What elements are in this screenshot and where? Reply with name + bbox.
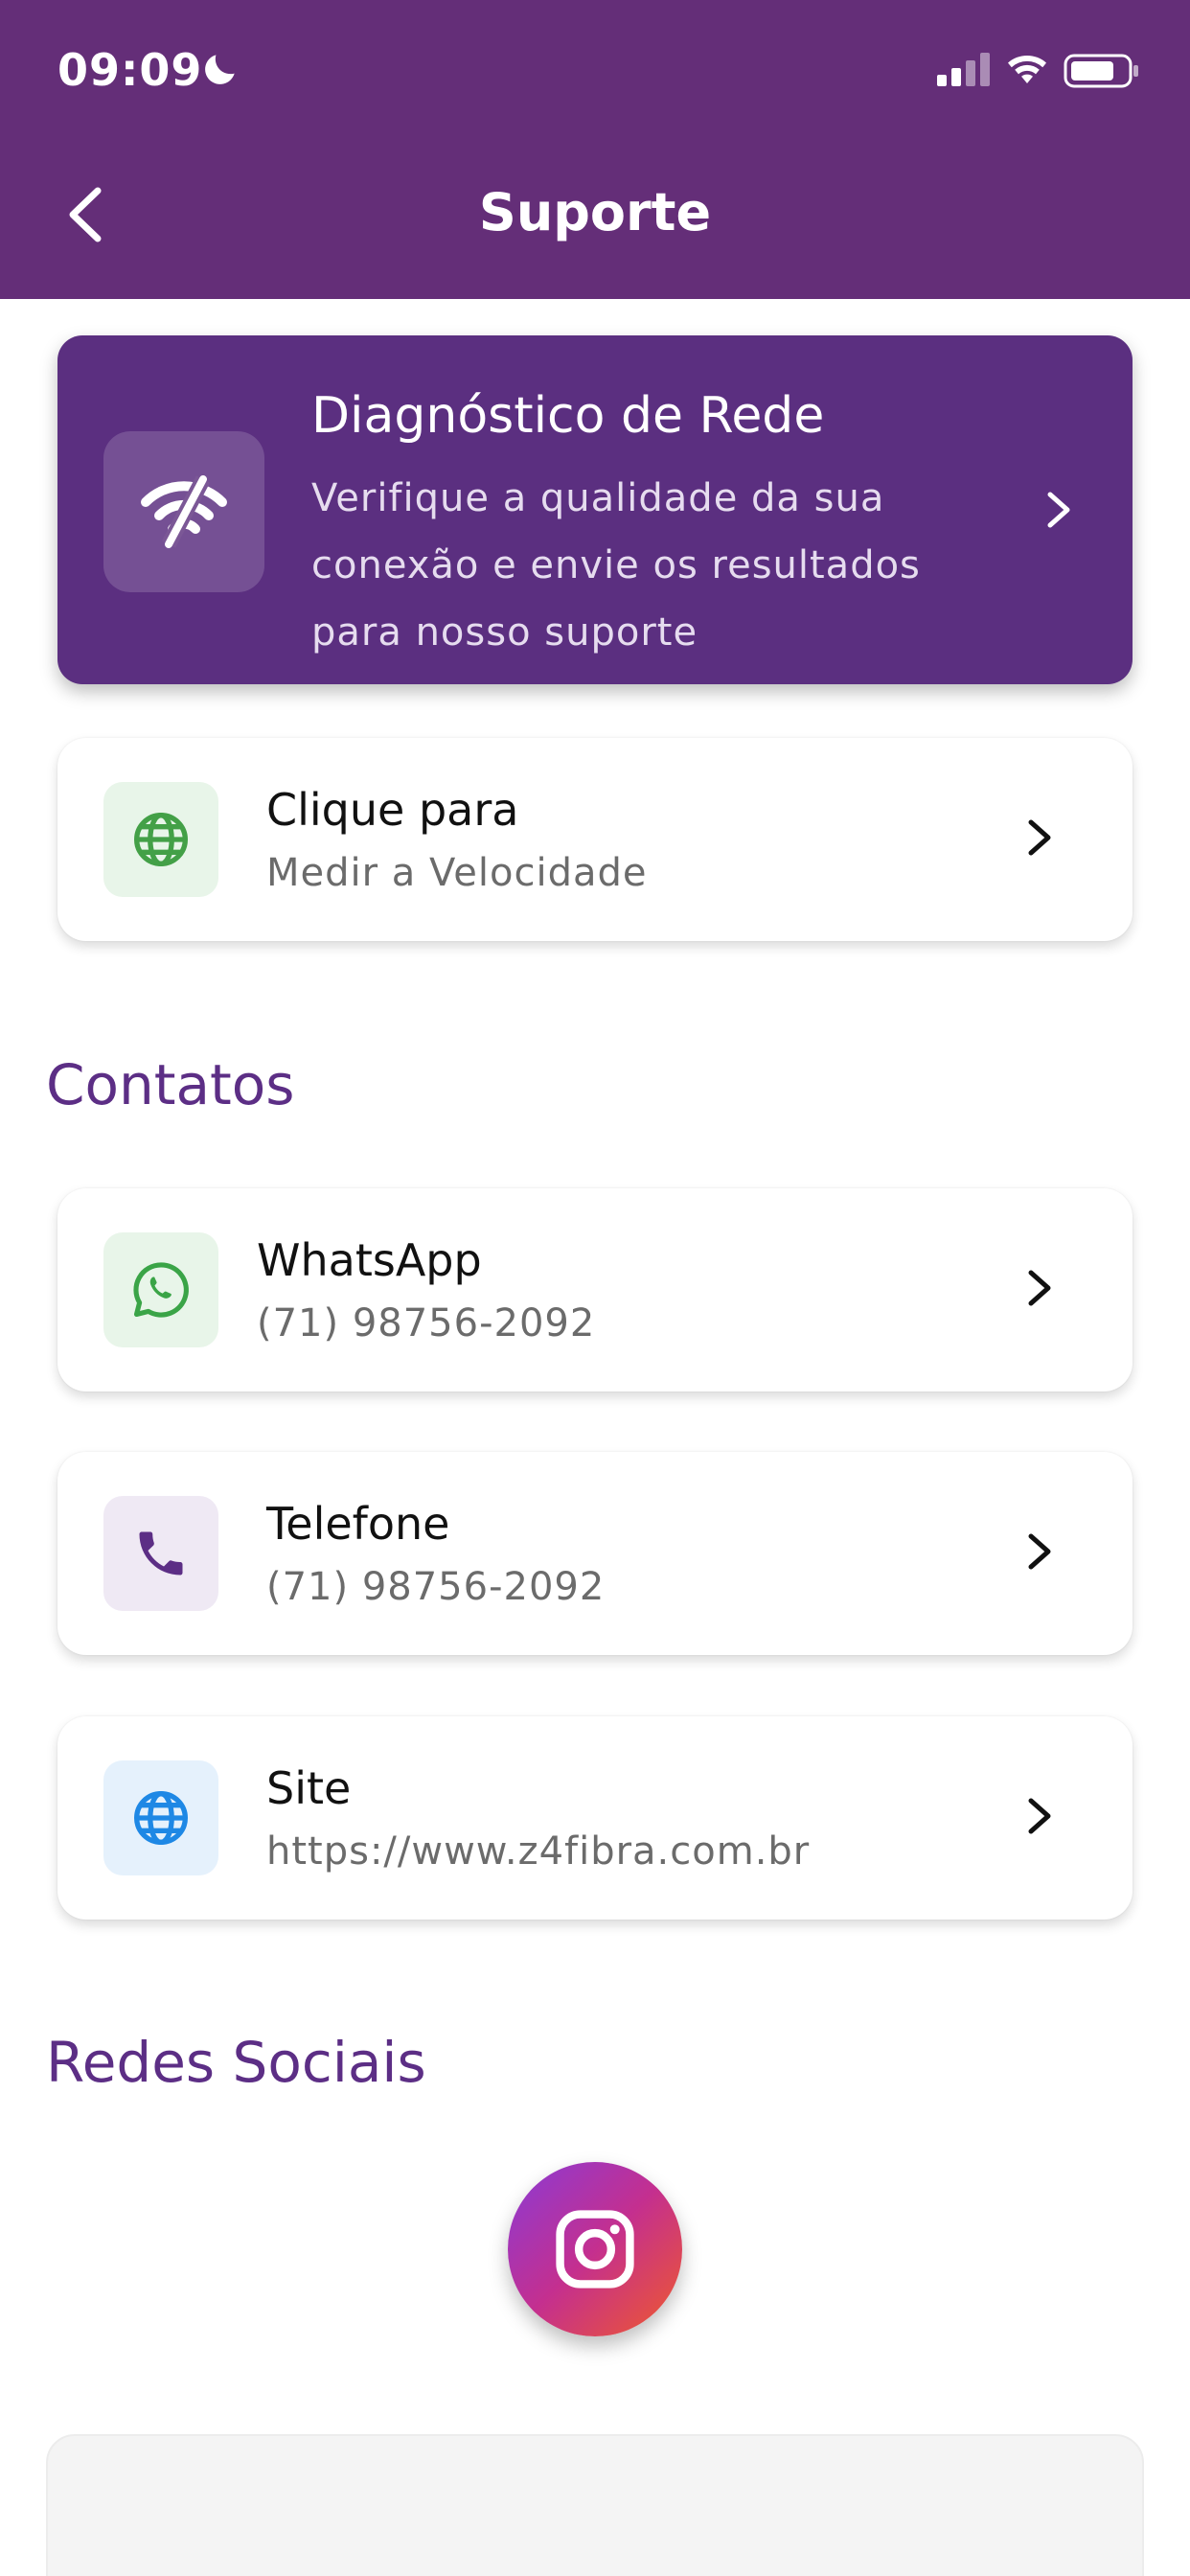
page-title: Suporte — [478, 182, 712, 242]
chevron-right-icon — [1044, 489, 1073, 535]
speed-test-card[interactable]: Clique para Medir a Velocidade — [57, 738, 1133, 941]
globe-icon — [103, 782, 218, 897]
wifi-off-icon — [103, 431, 264, 592]
bottom-panel — [46, 2434, 1144, 2576]
chevron-right-icon — [1025, 1530, 1054, 1576]
diagnostic-description: Verifique a qualidade da sua conexão e e… — [311, 476, 921, 655]
speed-test-title: Clique para — [266, 784, 519, 836]
contact-site-card[interactable]: Site https://www.z4fibra.com.br — [57, 1716, 1133, 1920]
contact-subtitle: (71) 98756-2092 — [266, 1565, 606, 1609]
battery-icon — [1064, 54, 1140, 92]
social-section-title: Redes Sociais — [46, 2030, 426, 2095]
chevron-right-icon — [1025, 816, 1054, 862]
contact-subtitle: (71) 98756-2092 — [257, 1301, 596, 1346]
contact-title: Telefone — [266, 1498, 450, 1550]
status-time: 09:09 — [57, 44, 203, 96]
instagram-icon — [556, 2210, 634, 2288]
phone-icon — [103, 1496, 218, 1611]
chevron-right-icon — [1025, 1795, 1054, 1841]
contact-phone-card[interactable]: Telefone (71) 98756-2092 — [57, 1452, 1133, 1655]
app-header: 09:09 Suporte — [0, 0, 1190, 299]
instagram-button[interactable] — [508, 2162, 682, 2336]
cellular-signal-icon — [937, 52, 993, 90]
globe-icon — [103, 1760, 218, 1875]
wifi-icon — [1004, 48, 1050, 90]
contact-whatsapp-card[interactable]: WhatsApp (71) 98756-2092 — [57, 1188, 1133, 1392]
speed-test-subtitle: Medir a Velocidade — [266, 851, 648, 895]
contact-subtitle: https://www.z4fibra.com.br — [266, 1829, 811, 1874]
contacts-section-title: Contatos — [46, 1052, 295, 1117]
contact-title: Site — [266, 1762, 352, 1814]
moon-icon — [199, 48, 241, 94]
contact-title: WhatsApp — [257, 1234, 482, 1286]
chevron-right-icon — [1025, 1267, 1054, 1313]
status-bar: 09:09 — [0, 0, 1190, 144]
whatsapp-icon — [103, 1232, 218, 1347]
diagnostic-title: Diagnóstico de Rede — [311, 387, 825, 445]
network-diagnostic-card[interactable]: Diagnóstico de Rede Verifique a qualidad… — [57, 335, 1133, 684]
